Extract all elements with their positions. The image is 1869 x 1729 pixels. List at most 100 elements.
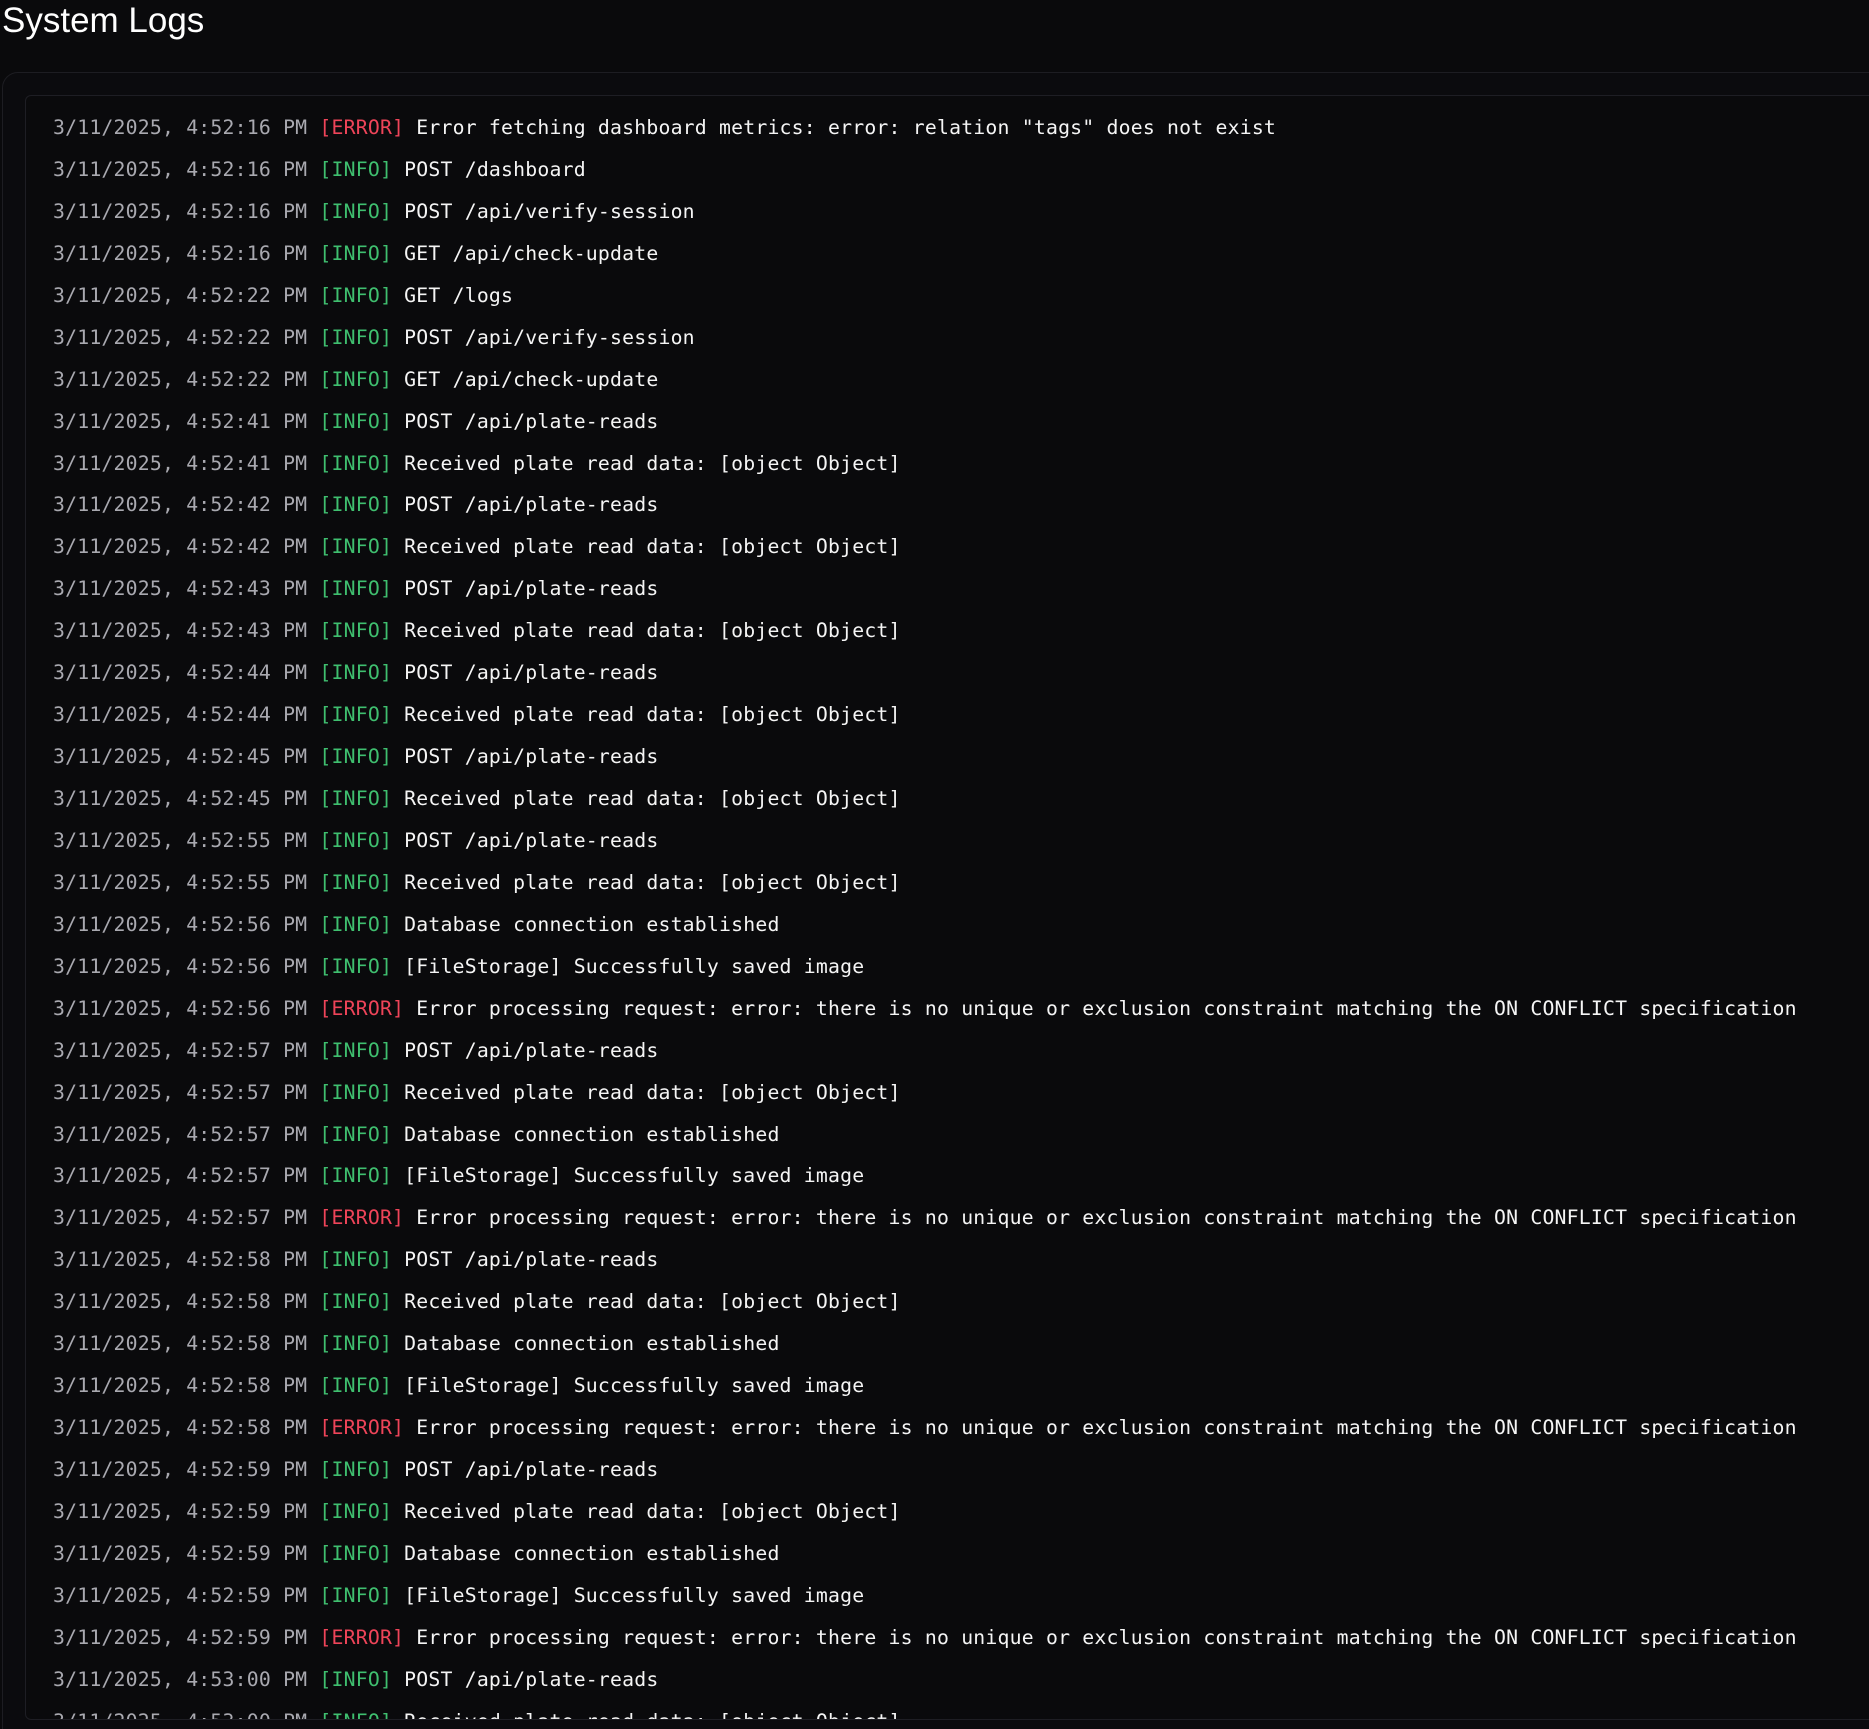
log-level-info: [INFO] [319, 493, 393, 517]
log-entry: 3/11/2025, 4:52:41 PM [INFO] Received pl… [53, 449, 1797, 491]
log-timestamp: 3/11/2025, 4:52:58 PM [53, 1290, 308, 1314]
log-timestamp: 3/11/2025, 4:52:22 PM [53, 367, 308, 391]
log-level-info: [INFO] [319, 325, 393, 349]
log-timestamp: 3/11/2025, 4:52:55 PM [53, 870, 308, 894]
log-entry: 3/11/2025, 4:52:16 PM [INFO] GET /api/ch… [53, 239, 1797, 281]
log-timestamp: 3/11/2025, 4:52:57 PM [53, 1122, 308, 1146]
log-message: Received plate read data: [object Object… [404, 1710, 900, 1719]
log-level-info: [INFO] [319, 451, 393, 475]
log-timestamp: 3/11/2025, 4:52:42 PM [53, 535, 308, 559]
log-message: POST /dashboard [404, 157, 586, 181]
log-message: Error processing request: error: there i… [416, 1416, 1797, 1440]
log-timestamp: 3/11/2025, 4:52:58 PM [53, 1416, 308, 1440]
log-level-info: [INFO] [319, 870, 393, 894]
log-message: POST /api/plate-reads [404, 828, 659, 852]
log-entry: 3/11/2025, 4:52:43 PM [INFO] Received pl… [53, 616, 1797, 658]
log-message: GET /api/check-update [404, 241, 659, 265]
log-level-info: [INFO] [319, 1667, 393, 1691]
log-timestamp: 3/11/2025, 4:52:59 PM [53, 1541, 308, 1565]
log-timestamp: 3/11/2025, 4:52:55 PM [53, 828, 308, 852]
log-timestamp: 3/11/2025, 4:52:16 PM [53, 241, 308, 265]
log-message: Received plate read data: [object Object… [404, 787, 901, 810]
log-timestamp: 3/11/2025, 4:52:56 PM [53, 996, 308, 1020]
log-entry: 3/11/2025, 4:52:59 PM [INFO] Received pl… [53, 1497, 1797, 1539]
log-viewer[interactable]: 3/11/2025, 4:52:16 PM [ERROR] Error fetc… [25, 95, 1869, 1720]
log-message: Received plate read data: [object Object… [404, 703, 901, 727]
log-message: Received plate read data: [object Object… [404, 1080, 901, 1104]
log-level-info: [INFO] [319, 1458, 393, 1481]
log-entry: 3/11/2025, 4:52:41 PM [INFO] POST /api/p… [53, 407, 1797, 449]
log-message: POST /api/plate-reads [404, 745, 659, 769]
log-level-error: [ERROR] [319, 116, 405, 139]
log-level-info: [INFO] [319, 1038, 393, 1062]
log-entry: 3/11/2025, 4:52:59 PM [INFO] POST /api/p… [53, 1455, 1797, 1497]
log-message: Database connection established [404, 1122, 780, 1146]
log-level-info: [INFO] [319, 954, 393, 978]
log-entry: 3/11/2025, 4:52:45 PM [INFO] POST /api/p… [53, 742, 1797, 784]
log-entry: 3/11/2025, 4:52:58 PM [INFO] Received pl… [53, 1287, 1797, 1329]
log-level-info: [INFO] [319, 577, 393, 601]
log-timestamp: 3/11/2025, 4:52:16 PM [53, 116, 308, 139]
log-entry: 3/11/2025, 4:53:00 PM [INFO] Received pl… [53, 1707, 1797, 1719]
log-message: Received plate read data: [object Object… [404, 870, 901, 894]
log-entry: 3/11/2025, 4:52:42 PM [INFO] Received pl… [53, 532, 1797, 574]
log-list: 3/11/2025, 4:52:16 PM [ERROR] Error fetc… [53, 113, 1797, 1719]
log-level-error: [ERROR] [319, 1625, 405, 1649]
log-timestamp: 3/11/2025, 4:52:43 PM [53, 577, 308, 601]
log-entry: 3/11/2025, 4:52:16 PM [INFO] POST /api/v… [53, 197, 1797, 239]
log-timestamp: 3/11/2025, 4:52:16 PM [53, 157, 308, 181]
log-message: Database connection established [404, 1541, 780, 1565]
log-level-info: [INFO] [319, 1122, 393, 1146]
log-timestamp: 3/11/2025, 4:52:22 PM [53, 325, 308, 349]
log-timestamp: 3/11/2025, 4:52:45 PM [53, 745, 308, 769]
log-level-info: [INFO] [319, 1332, 393, 1356]
log-level-error: [ERROR] [319, 1416, 405, 1440]
log-level-info: [INFO] [319, 367, 393, 391]
log-level-info: [INFO] [319, 1080, 393, 1104]
log-timestamp: 3/11/2025, 4:52:44 PM [53, 703, 308, 727]
log-level-info: [INFO] [319, 912, 393, 936]
log-entry: 3/11/2025, 4:52:59 PM [ERROR] Error proc… [53, 1623, 1797, 1665]
log-entry: 3/11/2025, 4:52:43 PM [INFO] POST /api/p… [53, 574, 1797, 616]
log-entry: 3/11/2025, 4:52:45 PM [INFO] Received pl… [53, 784, 1797, 826]
log-level-info: [INFO] [319, 409, 393, 433]
log-timestamp: 3/11/2025, 4:52:57 PM [53, 1080, 308, 1104]
log-entry: 3/11/2025, 4:53:00 PM [INFO] POST /api/p… [53, 1665, 1797, 1707]
log-level-info: [INFO] [319, 283, 393, 307]
log-level-info: [INFO] [319, 1499, 393, 1523]
log-entry: 3/11/2025, 4:52:44 PM [INFO] POST /api/p… [53, 658, 1797, 700]
log-entry: 3/11/2025, 4:52:57 PM [ERROR] Error proc… [53, 1203, 1797, 1245]
log-message: Database connection established [404, 912, 780, 936]
log-entry: 3/11/2025, 4:52:16 PM [INFO] POST /dashb… [53, 155, 1797, 197]
log-message: [FileStorage] Successfully saved image [404, 954, 865, 978]
log-message: Received plate read data: [object Object… [404, 1290, 901, 1314]
log-timestamp: 3/11/2025, 4:52:45 PM [53, 787, 308, 810]
log-timestamp: 3/11/2025, 4:52:59 PM [53, 1458, 308, 1481]
log-entry: 3/11/2025, 4:52:42 PM [INFO] POST /api/p… [53, 490, 1797, 532]
log-timestamp: 3/11/2025, 4:52:57 PM [53, 1206, 308, 1230]
log-entry: 3/11/2025, 4:52:59 PM [INFO] Database co… [53, 1539, 1797, 1581]
log-timestamp: 3/11/2025, 4:52:43 PM [53, 619, 308, 643]
log-entry: 3/11/2025, 4:52:58 PM [INFO] POST /api/p… [53, 1245, 1797, 1287]
log-level-info: [INFO] [319, 1374, 393, 1398]
log-level-error: [ERROR] [319, 1206, 405, 1230]
log-level-info: [INFO] [319, 619, 393, 643]
log-entry: 3/11/2025, 4:52:57 PM [INFO] Database co… [53, 1120, 1797, 1162]
log-message: POST /api/verify-session [404, 199, 695, 223]
log-level-info: [INFO] [319, 745, 393, 769]
log-entry: 3/11/2025, 4:52:57 PM [INFO] Received pl… [53, 1078, 1797, 1120]
log-level-info: [INFO] [319, 1541, 393, 1565]
log-entry: 3/11/2025, 4:52:58 PM [ERROR] Error proc… [53, 1413, 1797, 1455]
log-level-info: [INFO] [319, 1248, 393, 1272]
log-message: Database connection established [404, 1332, 780, 1356]
log-timestamp: 3/11/2025, 4:52:56 PM [53, 912, 308, 936]
log-entry: 3/11/2025, 4:52:22 PM [INFO] GET /api/ch… [53, 365, 1797, 407]
log-entry: 3/11/2025, 4:52:22 PM [INFO] POST /api/v… [53, 323, 1797, 365]
log-entry: 3/11/2025, 4:52:44 PM [INFO] Received pl… [53, 700, 1797, 742]
log-timestamp: 3/11/2025, 4:52:58 PM [53, 1332, 308, 1356]
log-message: POST /api/plate-reads [404, 1667, 659, 1691]
log-timestamp: 3/11/2025, 4:53:00 PM [53, 1667, 308, 1691]
log-entry: 3/11/2025, 4:52:56 PM [ERROR] Error proc… [53, 994, 1797, 1036]
log-message: Error processing request: error: there i… [416, 1625, 1797, 1649]
log-timestamp: 3/11/2025, 4:52:59 PM [53, 1583, 308, 1607]
